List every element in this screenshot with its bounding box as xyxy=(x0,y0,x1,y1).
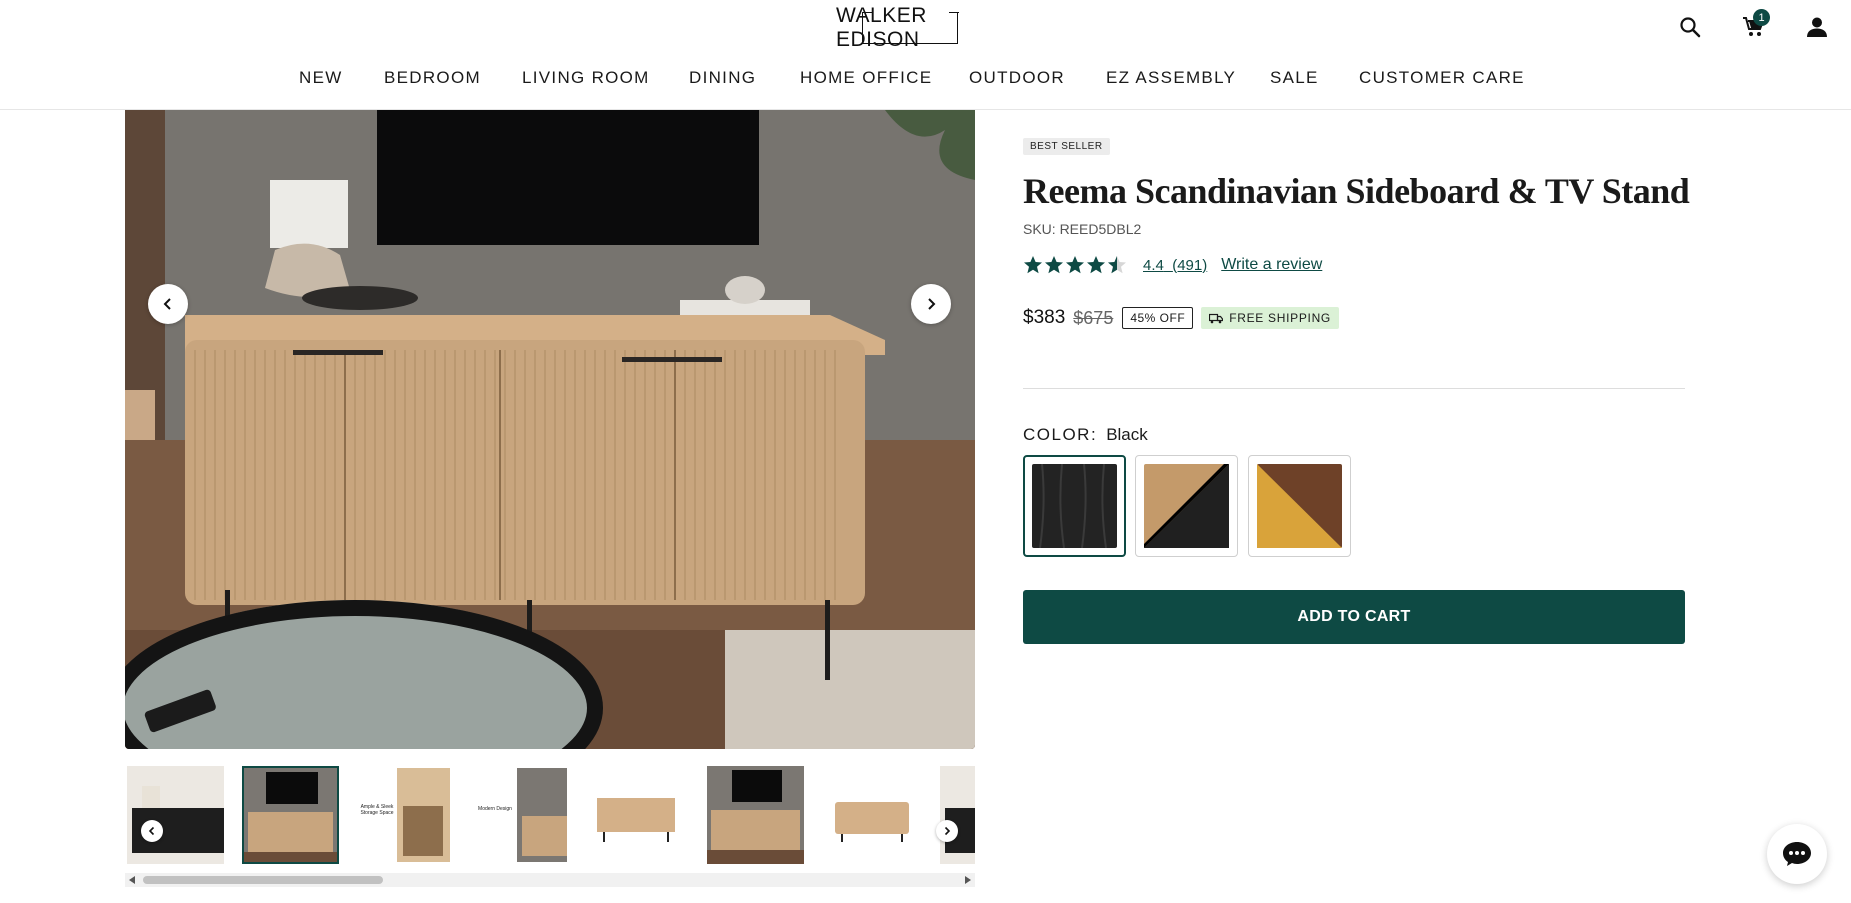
thumbnail-3[interactable]: Ample & Sleek Storage Space xyxy=(357,766,454,864)
rating-value: 4.4 xyxy=(1143,256,1164,274)
nav-item-ez-assembly[interactable]: EZ ASSEMBLY xyxy=(1106,68,1236,88)
star-icon xyxy=(1045,256,1063,274)
scrollbar-thumb[interactable] xyxy=(143,876,383,884)
scroll-right-arrow[interactable] xyxy=(965,876,971,884)
section-divider xyxy=(1023,388,1685,389)
product-title: Reema Scandinavian Sideboard & TV Stand xyxy=(1023,171,1690,211)
nav-item-sale[interactable]: SALE xyxy=(1270,68,1319,88)
free-shipping-badge: FREE SHIPPING xyxy=(1201,307,1339,329)
nav-item-dining[interactable]: DINING xyxy=(689,68,756,88)
write-review-link[interactable]: Write a review xyxy=(1221,256,1322,274)
swatch-brown-gold-image xyxy=(1257,464,1342,548)
product-sku: SKU: REED5DBL2 xyxy=(1023,221,1142,237)
price-row: $383 $675 45% OFF FREE SHIPPING xyxy=(1023,303,1339,333)
thumbnail-next-button[interactable] xyxy=(936,820,958,842)
free-shipping-text: FREE SHIPPING xyxy=(1229,311,1331,325)
rating-row: 4.4 (491) Write a review xyxy=(1023,252,1322,278)
thumbnail-7[interactable] xyxy=(827,766,924,864)
chevron-left-icon xyxy=(163,298,171,310)
current-price: $383 xyxy=(1023,307,1066,328)
thumbnail-prev-button[interactable] xyxy=(141,820,163,842)
swatch-natural-black-image xyxy=(1144,464,1229,548)
product-photo xyxy=(125,110,975,749)
thumbnail-2[interactable] xyxy=(242,766,339,864)
star-icon xyxy=(1024,256,1042,274)
cart-count-badge: 1 xyxy=(1753,9,1770,26)
thumbnail-scrollbar[interactable] xyxy=(125,873,975,887)
nav-item-living-room[interactable]: LIVING ROOM xyxy=(522,68,650,88)
selected-color-name: Black xyxy=(1106,425,1148,444)
thumbnail-1[interactable] xyxy=(127,766,224,864)
chat-icon xyxy=(1783,842,1811,866)
half-star-icon xyxy=(1108,256,1126,274)
nav-item-bedroom[interactable]: BEDROOM xyxy=(384,68,481,88)
color-selector-label: COLOR: Black xyxy=(1023,425,1148,445)
thumbnail-6[interactable] xyxy=(707,766,804,864)
thumbnail-8[interactable] xyxy=(940,766,975,864)
site-header: WALKER EDISON 1 NEW BEDROOM LIVING ROOM … xyxy=(0,0,1851,110)
best-seller-badge: BEST SELLER xyxy=(1023,138,1110,155)
search-icon[interactable] xyxy=(1673,10,1707,44)
product-main-image[interactable] xyxy=(125,110,975,749)
chat-button[interactable] xyxy=(1767,824,1827,884)
logo-text: WALKER EDISON xyxy=(836,4,927,51)
thumbnail-4[interactable]: Modern Design xyxy=(472,766,569,864)
color-swatch-natural-black[interactable] xyxy=(1135,455,1238,557)
thumbnail-5[interactable] xyxy=(587,766,684,864)
star-icon xyxy=(1066,256,1084,274)
scroll-left-arrow[interactable] xyxy=(129,876,135,884)
nav-item-home-office[interactable]: HOME OFFICE xyxy=(800,68,932,88)
rating-value-link[interactable]: 4.4 (491) xyxy=(1143,257,1207,274)
original-price: $675 xyxy=(1073,307,1114,328)
nav-item-new[interactable]: NEW xyxy=(299,68,343,88)
account-icon[interactable] xyxy=(1800,10,1834,44)
nav-item-customer-care[interactable]: CUSTOMER CARE xyxy=(1359,68,1525,88)
chevron-right-icon xyxy=(928,298,936,310)
main-nav: NEW BEDROOM LIVING ROOM DINING HOME OFFI… xyxy=(0,68,1851,92)
color-swatch-brown-gold[interactable] xyxy=(1248,455,1351,557)
image-next-button[interactable] xyxy=(911,284,951,324)
truck-icon xyxy=(1209,313,1224,323)
add-to-cart-button[interactable]: ADD TO CART xyxy=(1023,590,1685,644)
cart-button[interactable]: 1 xyxy=(1737,9,1771,44)
rating-count: (491) xyxy=(1172,256,1208,274)
swatch-black-image xyxy=(1032,464,1117,548)
chevron-left-icon xyxy=(148,826,155,836)
color-label: COLOR: xyxy=(1023,425,1098,444)
discount-badge: 45% OFF xyxy=(1122,307,1194,329)
star-icon xyxy=(1087,256,1105,274)
thumbnail-3-caption: Ample & Sleek Storage Space xyxy=(360,804,394,816)
chevron-right-icon xyxy=(944,826,951,836)
thumbnail-strip: Ample & Sleek Storage Space Modern Desig… xyxy=(125,766,975,866)
thumbnail-4-caption: Modern Design xyxy=(478,806,512,812)
nav-item-outdoor[interactable]: OUTDOOR xyxy=(969,68,1065,88)
color-swatch-black[interactable] xyxy=(1023,455,1126,557)
rating-stars[interactable] xyxy=(1023,255,1127,275)
brand-logo[interactable]: WALKER EDISON xyxy=(836,4,976,51)
image-prev-button[interactable] xyxy=(148,284,188,324)
